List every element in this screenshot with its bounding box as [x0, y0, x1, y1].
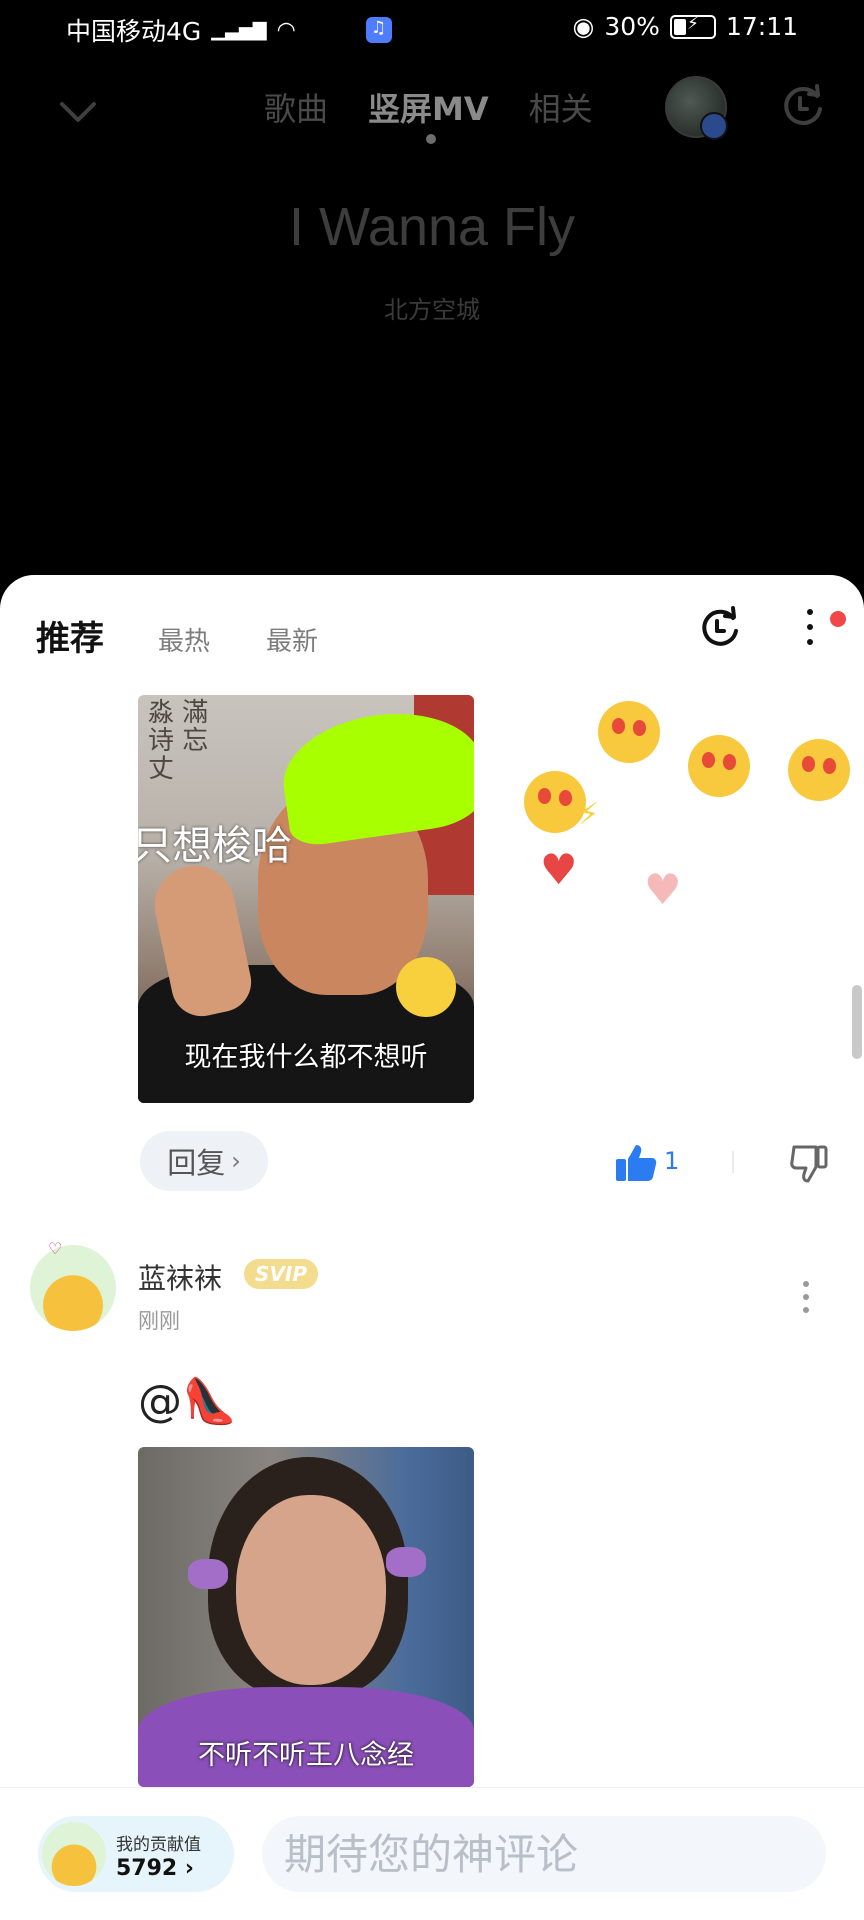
comment-input[interactable] [262, 1816, 826, 1892]
like-count: 1 [664, 1147, 680, 1175]
status-left: 中国移动4G ▁▃▅▇ ◠ [66, 12, 392, 48]
tab-hottest[interactable]: 最热 [158, 621, 210, 658]
mention-symbol: @ [138, 1376, 182, 1427]
song-title: I Wanna Fly [288, 197, 576, 257]
laughing-emoji-icon [788, 739, 850, 801]
comment-meme-image[interactable]: 淼 滿诗 忘丈 只想梭哈 现在我什么都不想听 [138, 695, 474, 1103]
tab-songs[interactable]: 歌曲 [264, 84, 328, 130]
scrollbar-thumb[interactable] [852, 985, 862, 1059]
hair-bow [386, 1547, 426, 1577]
laughing-emoji-icon [598, 701, 660, 763]
user-name[interactable]: 蓝袜袜 [138, 1257, 222, 1297]
top-tabs: 歌曲 竖屏MV 相关 [264, 84, 593, 130]
comment-meme-image[interactable]: 不听不听王八念经 [138, 1447, 474, 1787]
chevron-down-icon[interactable] [56, 90, 100, 134]
pause-badge-icon [700, 112, 728, 140]
divider [732, 1151, 734, 1173]
high-heel-emoji: 👠 [182, 1376, 237, 1427]
heart-icon: ♥ [644, 865, 682, 914]
chevron-right-icon: › [177, 1856, 194, 1881]
thumbs-up-icon[interactable] [614, 1141, 658, 1185]
top-nav: 歌曲 竖屏MV 相关 [0, 70, 864, 160]
active-tab-indicator [426, 134, 436, 144]
refresh-comments-icon[interactable] [696, 605, 744, 653]
notification-dot [830, 611, 846, 627]
chevron-right-icon: › [231, 1147, 241, 1175]
contribution-label: 我的贡献值 [116, 1835, 201, 1855]
signal-icon: ▁▃▅▇ [211, 19, 267, 41]
status-right: ◉ 30% 17:11 [573, 12, 798, 41]
meme-caption: 现在我什么都不想听 [184, 1042, 428, 1073]
comment-text: @👠 [138, 1375, 237, 1427]
hair-bow [188, 1559, 228, 1589]
avatar[interactable]: ♡ [30, 1239, 116, 1331]
battery-percent: 30% [604, 12, 660, 41]
singer-name[interactable]: 北方空城 [0, 290, 864, 325]
laughing-emoji-icon [688, 735, 750, 797]
clock: 17:11 [725, 12, 798, 41]
meme-caption: 不听不听王八念经 [198, 1740, 414, 1771]
refresh-icon[interactable] [778, 82, 828, 132]
eye-icon: ◉ [572, 12, 595, 41]
tab-vertical-mv[interactable]: 竖屏MV [368, 84, 489, 130]
tab-related[interactable]: 相关 [529, 84, 593, 130]
laughing-emoji-icon [524, 771, 586, 833]
more-options-icon[interactable] [800, 609, 820, 653]
avatar-decoration: ♡ [48, 1239, 63, 1258]
contribution-value: 5792 › [116, 1856, 194, 1881]
contribution-number: 5792 [116, 1856, 178, 1881]
thumbs-down-icon[interactable] [790, 1141, 830, 1185]
comment-tabs: 推荐 最热 最新 [36, 611, 374, 660]
bottom-bar: 我的贡献值 5792 › [0, 1787, 864, 1920]
contribution-button[interactable]: 我的贡献值 5792 › [38, 1816, 234, 1892]
heart-icon: ♥ [540, 845, 578, 894]
comment-more-icon[interactable] [800, 1281, 812, 1321]
svip-badge: SVIP [244, 1259, 318, 1289]
comment-time: 刚刚 [138, 1309, 180, 1333]
tab-recommended[interactable]: 推荐 [36, 611, 104, 660]
avatar [42, 1822, 106, 1886]
music-app-icon [365, 17, 392, 43]
status-bar: 中国移动4G ▁▃▅▇ ◠ ◉ 30% 17:11 [0, 0, 864, 60]
meme-face [236, 1495, 386, 1685]
meme-top-text: 只想梭哈 [138, 823, 292, 869]
calligraphy-decoration: 淼 滿诗 忘丈 [148, 698, 209, 784]
sparkle-icon: ⚡ [578, 797, 600, 832]
tab-newest[interactable]: 最新 [266, 621, 318, 658]
reply-label: 回复 [167, 1146, 226, 1180]
laughing-emoji-icon [396, 957, 456, 1017]
carrier-label: 中国移动4G [66, 17, 202, 46]
reply-button[interactable]: 回复 › [140, 1131, 268, 1191]
comments-sheet: 推荐 最热 最新 淼 滿诗 忘丈 只想梭哈 现在我什么都不想听 ⚡ ♥ ♥ 回复… [0, 575, 864, 1920]
wifi-icon: ◠ [276, 17, 296, 43]
battery-icon [669, 14, 716, 39]
